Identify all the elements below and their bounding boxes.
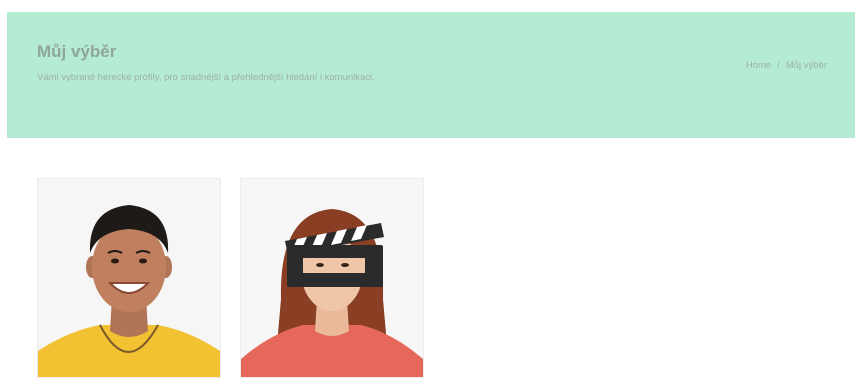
profile-photo	[241, 179, 423, 377]
breadcrumb-separator: /	[777, 60, 780, 71]
breadcrumb-current: Můj výběr	[785, 60, 827, 71]
page-header-banner: Můj výběr Vámi vybrané herecké profily, …	[7, 12, 855, 138]
breadcrumb: Home / Můj výběr	[746, 60, 827, 71]
page-subtitle: Vámi vybrané herecké profily, pro snadně…	[37, 72, 375, 83]
page-title: Můj výběr	[37, 42, 117, 61]
profile-photo	[38, 179, 220, 377]
breadcrumb-home-link[interactable]: Home	[746, 60, 771, 71]
profile-card[interactable]	[240, 178, 424, 378]
profile-card[interactable]	[37, 178, 221, 378]
